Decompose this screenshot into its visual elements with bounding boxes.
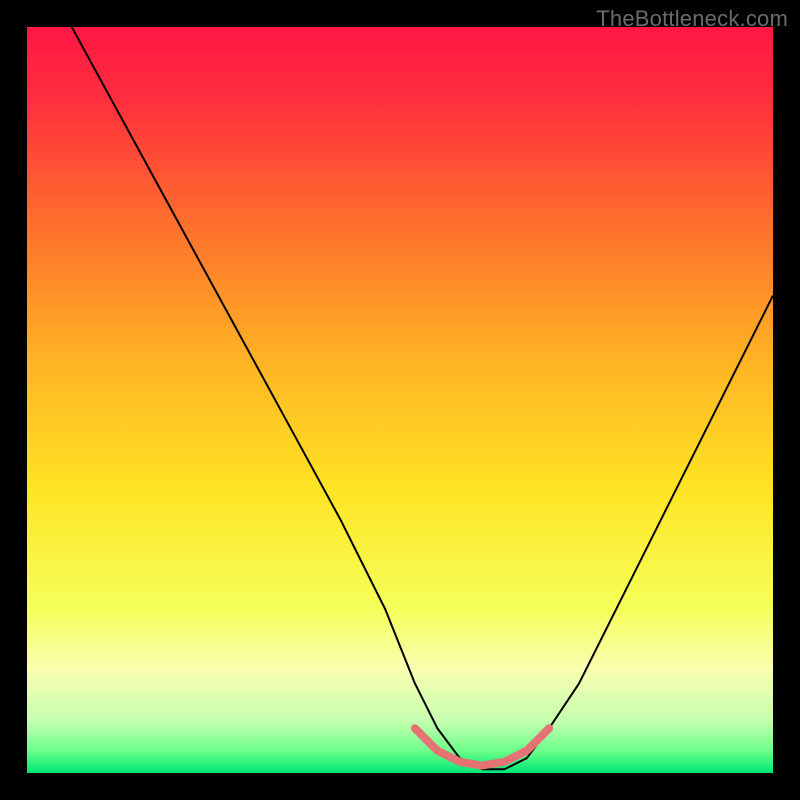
watermark-text: TheBottleneck.com [596,6,788,32]
plot-area [27,27,773,773]
chart-svg [27,27,773,773]
chart-frame: TheBottleneck.com [0,0,800,800]
chart-background [27,27,773,773]
